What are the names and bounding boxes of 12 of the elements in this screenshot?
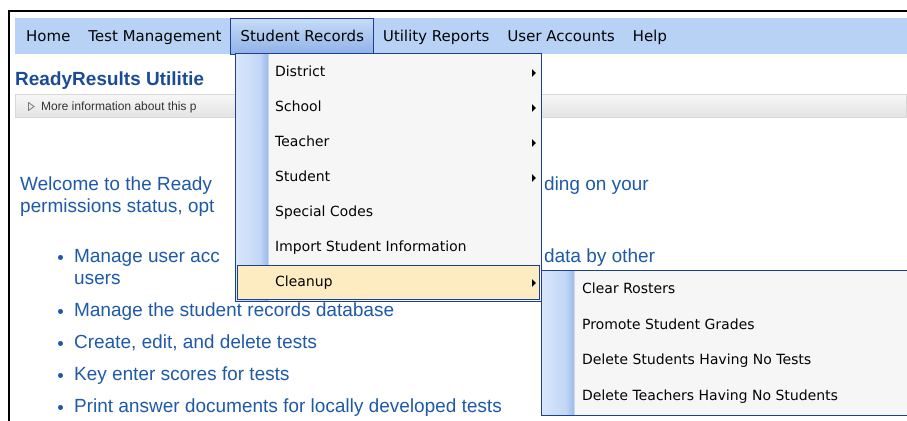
bullet-text: Print answer documents for locally developed tests (74, 396, 502, 417)
intro-text: Welcome to the Ready (20, 174, 212, 195)
intro-text: ding on your (544, 174, 649, 196)
bullet-text: Create, edit, and delete tests (74, 332, 317, 353)
info-text: More information about this p (41, 98, 196, 115)
bullet-text: Manage the student records database (74, 300, 394, 321)
intro-text: permissions status, opt (20, 196, 214, 217)
bullet-text: Manage user acc (74, 246, 220, 267)
bullet-text: Key enter scores for tests (74, 364, 290, 385)
page-title: ReadyResults Utilitie (15, 68, 204, 92)
bullet-text: users (74, 268, 120, 290)
bullet-text: data by other (544, 246, 655, 268)
